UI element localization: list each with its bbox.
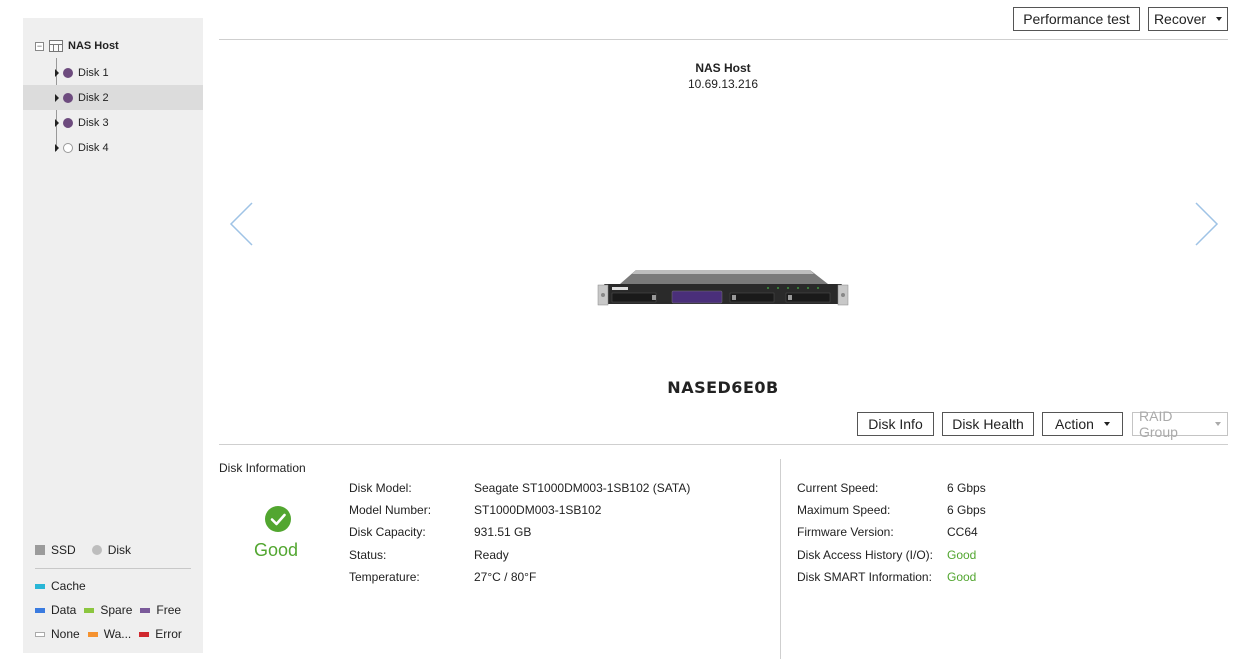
- disk-smart-information-label: Disk SMART Information:: [797, 570, 932, 584]
- current-speed-label: Current Speed:: [797, 481, 879, 495]
- expand-caret-icon[interactable]: [55, 68, 59, 77]
- sidebar-item-disk-4[interactable]: Disk 4: [23, 135, 203, 160]
- sidebar-item-disk-2[interactable]: Disk 2: [23, 85, 203, 110]
- disk-empty-dot-icon: [63, 142, 73, 153]
- legend-disk-label: Disk: [107, 543, 132, 557]
- previous-arrow-icon[interactable]: [228, 200, 256, 248]
- spare-swatch: [84, 607, 95, 613]
- nas-device-image: [597, 270, 849, 306]
- info-column-divider: [780, 459, 781, 659]
- disk-model-label: Disk Model:: [349, 481, 412, 495]
- model-number-value: ST1000DM003-1SB102: [474, 503, 602, 517]
- action-label: Action: [1055, 416, 1094, 432]
- legend-ssd-label: SSD: [51, 543, 76, 557]
- actions-divider: [219, 444, 1228, 445]
- disk-health-button[interactable]: Disk Health: [942, 412, 1034, 436]
- sidebar-item-label: Disk 2: [78, 91, 109, 104]
- disk-dot-icon: [63, 117, 73, 128]
- expand-caret-icon[interactable]: [55, 143, 59, 152]
- legend-free-label: Free: [156, 603, 182, 617]
- recover-label: Recover: [1153, 11, 1207, 27]
- disk-info-button[interactable]: Disk Info: [857, 412, 934, 436]
- disk-access-history-value[interactable]: Good: [947, 547, 976, 563]
- collapse-icon[interactable]: −: [35, 41, 44, 51]
- status-value: Ready: [474, 548, 509, 562]
- error-swatch: [139, 631, 150, 637]
- disk-smart-information-value[interactable]: Good: [947, 569, 976, 585]
- action-dropdown[interactable]: Action: [1042, 412, 1123, 436]
- data-swatch: [35, 607, 45, 613]
- sidebar-item-label: Disk 1: [78, 66, 109, 79]
- model-number-label: Model Number:: [349, 503, 432, 517]
- chevron-down-icon: [1215, 422, 1221, 426]
- legend-row-none: None Wa... Error: [35, 627, 190, 641]
- legend-error-label: Error: [155, 627, 182, 641]
- disk-information-title: Disk Information: [219, 461, 306, 475]
- firmware-version-label: Firmware Version:: [797, 525, 894, 539]
- chevron-down-icon: [1103, 422, 1110, 426]
- current-speed-value: 6 Gbps: [947, 481, 986, 495]
- legend-spare-label: Spare: [100, 603, 133, 617]
- disk-info-label: Disk Info: [868, 416, 923, 432]
- expand-caret-icon[interactable]: [55, 118, 59, 127]
- disk-capacity-label: Disk Capacity:: [349, 525, 426, 539]
- ssd-square-icon: [35, 545, 45, 555]
- tree-root-label: NAS Host: [68, 40, 119, 52]
- warning-swatch: [87, 631, 98, 637]
- disk-dot-icon: [63, 67, 73, 78]
- cache-swatch: [35, 583, 45, 589]
- maximum-speed-value: 6 Gbps: [947, 503, 986, 517]
- disk-dot-icon: [63, 92, 73, 103]
- temperature-label: Temperature:: [349, 570, 420, 584]
- free-swatch: [140, 607, 151, 613]
- disk-circle-icon: [91, 545, 102, 555]
- legend-divider: [35, 568, 191, 569]
- legend-warning-label: Wa...: [103, 627, 132, 641]
- host-ip: 10.69.13.216: [687, 77, 759, 91]
- none-swatch: [35, 631, 45, 637]
- chevron-down-icon: [1216, 17, 1223, 21]
- status-label: Status:: [349, 548, 387, 562]
- next-arrow-icon[interactable]: [1192, 200, 1220, 248]
- legend-data-label: Data: [51, 603, 77, 617]
- host-title: NAS Host: [695, 61, 751, 75]
- nas-host-icon: [49, 40, 63, 52]
- legend-disk-type: SSD Disk: [35, 543, 131, 557]
- tree-root-nas-host[interactable]: − NAS Host: [35, 38, 119, 54]
- status-good-text: Good: [253, 540, 299, 560]
- performance-test-label: Performance test: [1023, 11, 1130, 27]
- maximum-speed-label: Maximum Speed:: [797, 503, 891, 517]
- legend-cache-label: Cache: [51, 579, 86, 593]
- sidebar-item-disk-3[interactable]: Disk 3: [23, 110, 203, 135]
- legend-row-cache: Cache: [35, 579, 94, 593]
- disk-model-value: Seagate ST1000DM003-1SB102 (SATA): [474, 481, 691, 495]
- disk-capacity-value: 931.51 GB: [474, 525, 532, 539]
- recover-dropdown[interactable]: Recover: [1148, 7, 1228, 31]
- sidebar-item-label: Disk 4: [78, 141, 109, 154]
- disk-access-history-label: Disk Access History (I/O):: [797, 548, 934, 562]
- disk-health-label: Disk Health: [952, 416, 1024, 432]
- legend-none-label: None: [51, 627, 80, 641]
- toolbar-divider: [219, 39, 1228, 40]
- sidebar-item-disk-1[interactable]: Disk 1: [23, 60, 203, 85]
- device-name: NASED6E0B: [667, 378, 779, 397]
- checkmark-icon: [265, 506, 291, 532]
- raid-group-dropdown[interactable]: RAID Group: [1132, 408, 1228, 440]
- raid-group-label: RAID Group: [1139, 408, 1178, 440]
- legend-row-data: Data Spare Free: [35, 603, 189, 617]
- expand-caret-icon[interactable]: [55, 93, 59, 102]
- temperature-value: 27°C / 80°F: [474, 570, 537, 584]
- performance-test-button[interactable]: Performance test: [1013, 7, 1140, 31]
- sidebar-item-label: Disk 3: [78, 116, 109, 129]
- firmware-version-value: CC64: [947, 525, 978, 539]
- sidebar: − NAS Host Disk 1 Disk 2 Disk 3 Disk 4 S…: [23, 18, 203, 653]
